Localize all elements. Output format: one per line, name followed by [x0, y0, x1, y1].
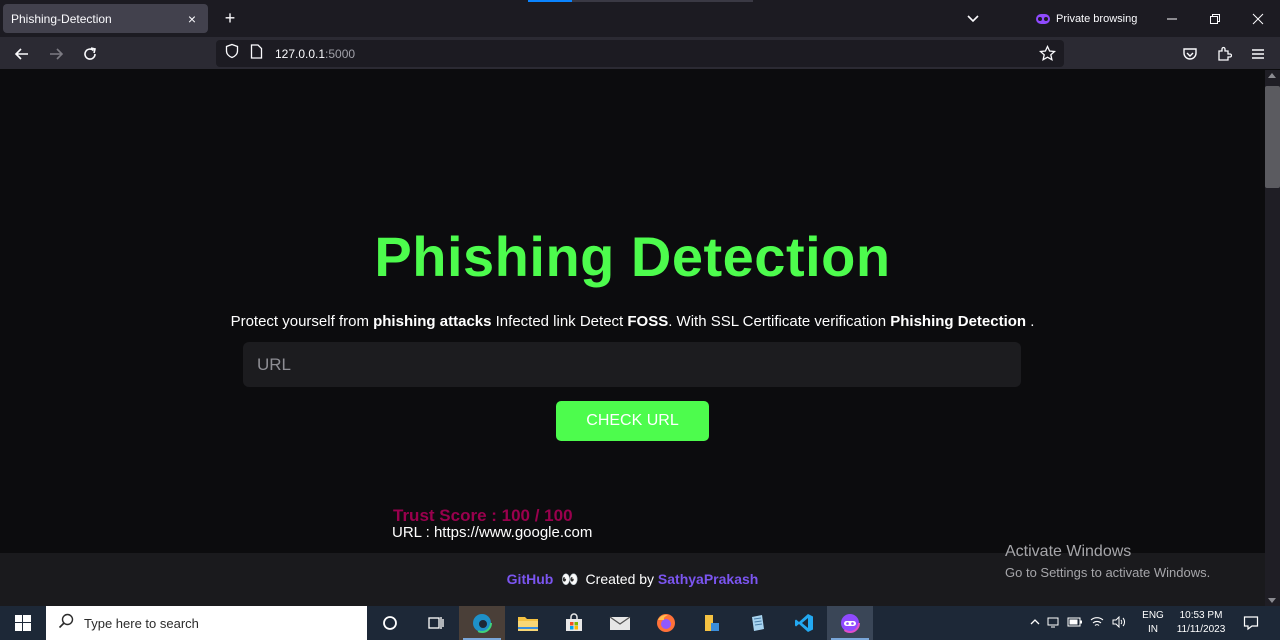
file-explorer-icon[interactable] — [505, 606, 551, 640]
show-hidden-icons-chevron-icon[interactable] — [1028, 617, 1042, 629]
private-browsing-label: Private browsing — [1056, 13, 1138, 25]
windows-start-icon[interactable] — [0, 606, 46, 640]
minimize-button[interactable] — [1150, 0, 1194, 37]
page-title: Phishing Detection — [374, 225, 891, 288]
meet-now-icon[interactable] — [1042, 616, 1064, 631]
taskbar-search-box[interactable]: Type here to search — [46, 606, 367, 640]
region-code: IN — [1148, 624, 1158, 635]
scrollbar-thumb[interactable] — [1265, 86, 1280, 188]
hamburger-menu-icon[interactable] — [1246, 42, 1270, 66]
shield-icon[interactable] — [224, 43, 240, 64]
activate-windows-hint: Go to Settings to activate Windows. — [1005, 565, 1211, 580]
scroll-down-arrow-icon[interactable] — [1268, 598, 1276, 603]
loading-indicator — [528, 0, 753, 2]
clock-time: 10:53 PM — [1179, 610, 1223, 621]
firefox-icon[interactable] — [643, 606, 689, 640]
tagline-bold: Phishing Detection — [890, 313, 1027, 330]
author-link[interactable]: SathyaPrakash — [658, 571, 758, 587]
reload-icon[interactable] — [78, 42, 102, 66]
page-info-icon[interactable] — [250, 43, 263, 64]
taskbar-clock[interactable]: 10:53 PM 11/11/2023 — [1170, 609, 1232, 637]
url-input[interactable] — [243, 342, 1021, 387]
url-host: 127.0.0.1 — [275, 46, 326, 61]
activate-windows-title: Activate Windows — [1005, 543, 1132, 560]
tab-title: Phishing-Detection — [11, 11, 112, 26]
tagline-bold: FOSS — [627, 313, 669, 330]
notification-center-icon[interactable] — [1236, 606, 1266, 640]
private-browsing-indicator: Private browsing — [1036, 10, 1137, 28]
pocket-icon[interactable] — [1178, 42, 1202, 66]
eyes-icon: 👀 — [561, 571, 579, 587]
wifi-icon[interactable] — [1086, 616, 1108, 631]
restore-button[interactable] — [1193, 0, 1237, 37]
windows-taskbar: Type here to search ENG IN 10:53 PM 11/1… — [0, 606, 1280, 640]
tagline: Protect yourself from phishing attacks I… — [0, 313, 1265, 330]
new-tab-button[interactable]: + — [220, 8, 240, 28]
page-content: Phishing Detection Protect yourself from… — [0, 70, 1265, 606]
extensions-icon[interactable] — [1212, 42, 1236, 66]
private-mask-icon — [1036, 14, 1050, 24]
bookmark-star-icon[interactable] — [1038, 44, 1057, 62]
vscode-icon[interactable] — [781, 606, 827, 640]
forward-arrow-icon[interactable] — [44, 42, 68, 66]
url-port: :5000 — [325, 46, 356, 61]
clock-date: 11/11/2023 — [1176, 624, 1226, 635]
system-tray — [1028, 606, 1130, 640]
github-link[interactable]: GitHub — [507, 571, 554, 587]
tagline-text: Protect yourself from — [230, 313, 374, 330]
firefox-private-icon[interactable] — [827, 606, 873, 640]
list-all-tabs-chevron-icon[interactable] — [964, 9, 982, 27]
tab-phishing-detection[interactable]: Phishing-Detection × — [3, 4, 208, 33]
mail-icon[interactable] — [597, 606, 643, 640]
notepad-icon[interactable] — [735, 606, 781, 640]
task-view-icon[interactable] — [413, 606, 459, 640]
search-icon — [58, 613, 74, 634]
tagline-text: . — [1026, 313, 1035, 330]
language-indicator[interactable]: ENG IN — [1140, 609, 1166, 637]
file-manager-icon[interactable] — [689, 606, 735, 640]
cortana-icon[interactable] — [367, 606, 413, 640]
tagline-text: . With SSL Certificate verification — [668, 313, 891, 330]
tagline-text: Infected link Detect — [491, 313, 628, 330]
page-scrollbar[interactable] — [1265, 70, 1280, 606]
edge-icon[interactable] — [459, 606, 505, 640]
check-url-button[interactable]: CHECK URL — [556, 401, 709, 441]
language-code: ENG — [1142, 610, 1164, 621]
back-arrow-icon[interactable] — [10, 42, 34, 66]
microsoft-store-icon[interactable] — [551, 606, 597, 640]
tagline-bold: phishing attacks — [373, 313, 492, 330]
tab-close-icon[interactable]: × — [184, 11, 200, 27]
search-placeholder: Type here to search — [84, 615, 199, 631]
trust-score: Trust Score : 100 / 100 — [393, 506, 573, 525]
created-by-label: Created by — [585, 571, 655, 587]
address-bar[interactable]: 127.0.0.1 :5000 — [216, 40, 1064, 67]
volume-icon[interactable] — [1108, 615, 1130, 631]
url-result: URL : https://www.google.com — [392, 524, 593, 541]
browser-tab-bar: Phishing-Detection × + Private browsing — [0, 0, 1280, 37]
close-window-button[interactable] — [1236, 0, 1280, 37]
scroll-up-arrow-icon[interactable] — [1268, 73, 1276, 78]
activate-windows-watermark: Activate Windows Go to Settings to activ… — [1005, 543, 1210, 580]
browser-navigation-bar: 127.0.0.1 :5000 — [0, 37, 1280, 70]
battery-icon[interactable] — [1064, 617, 1086, 630]
